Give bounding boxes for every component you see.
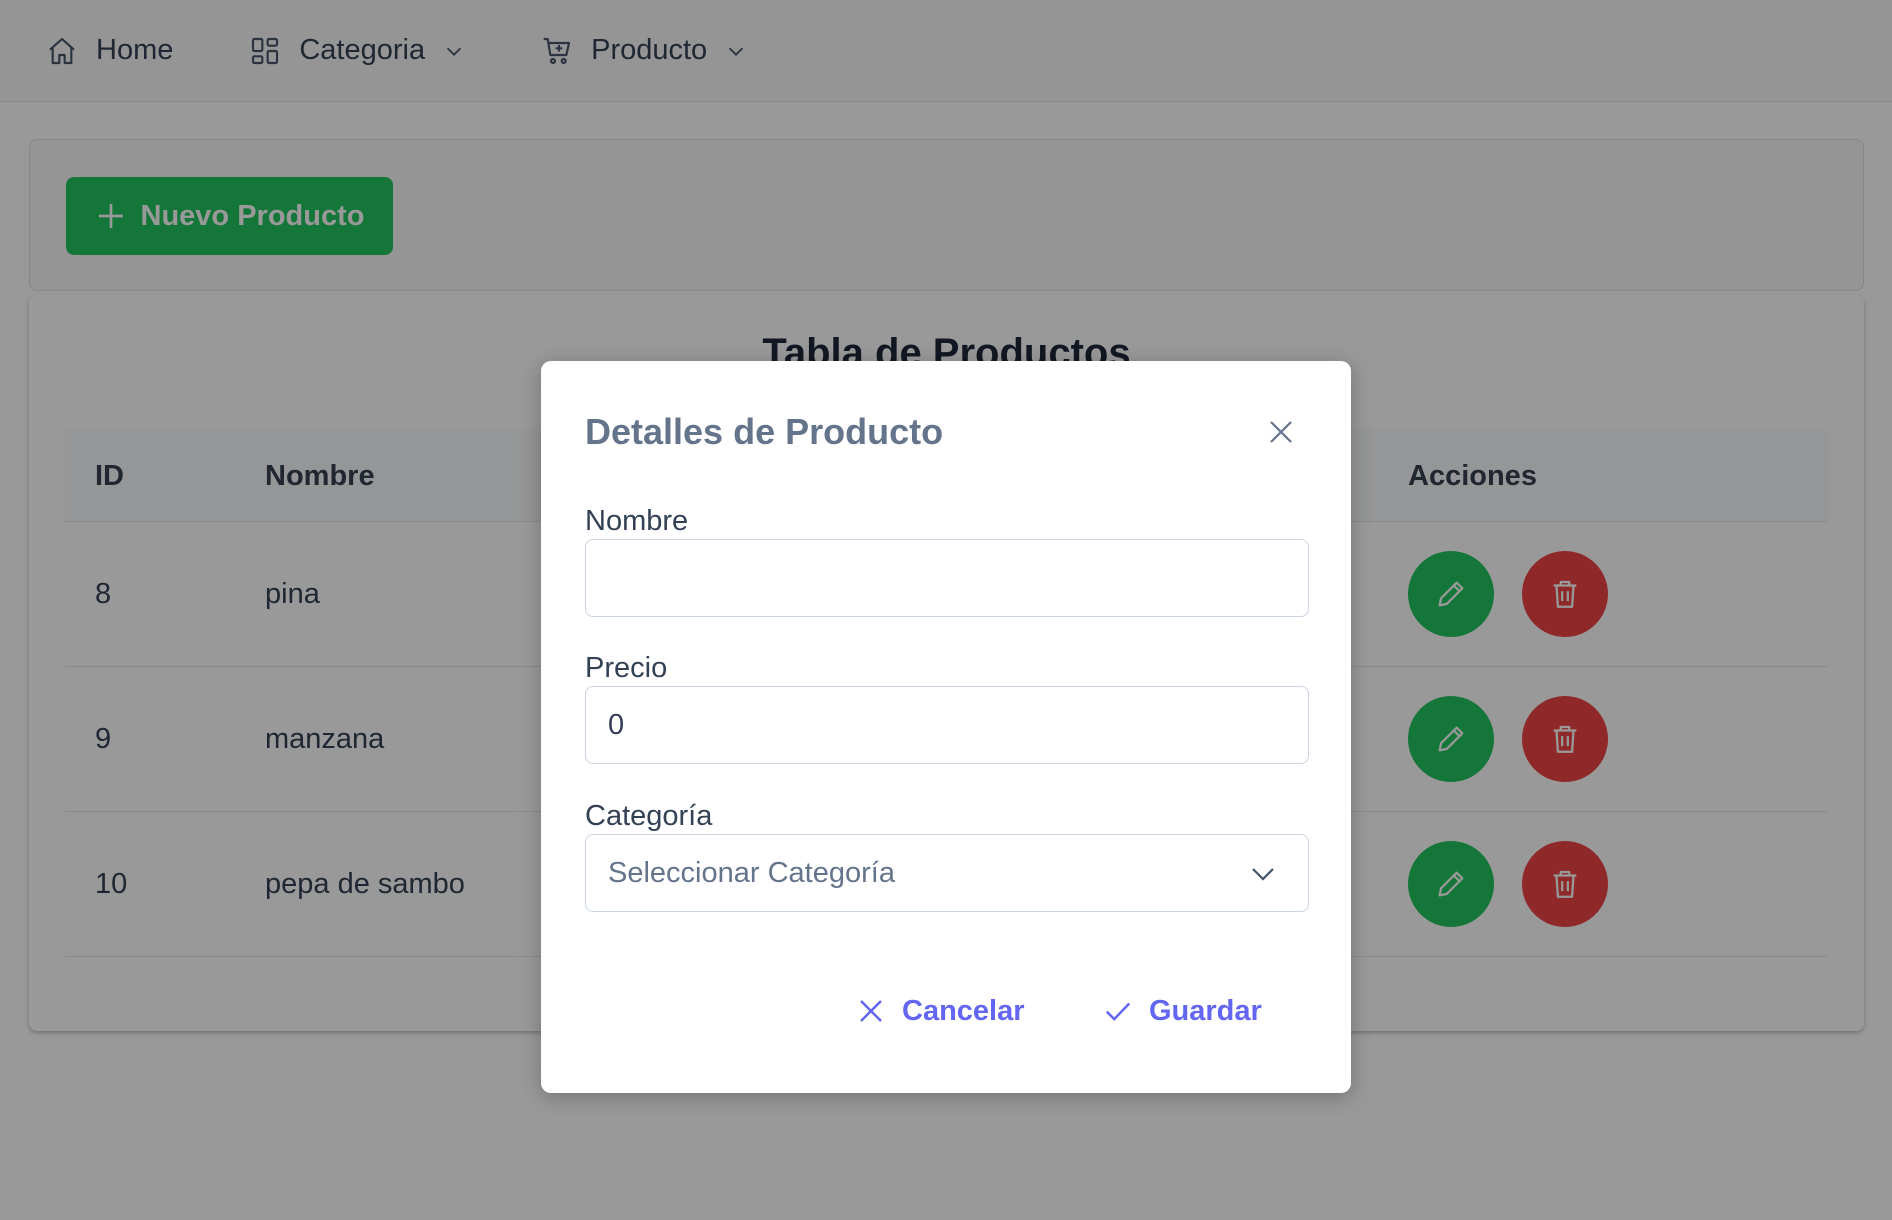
chevron-down-icon bbox=[1252, 868, 1274, 881]
close-icon bbox=[1270, 421, 1292, 443]
name-input[interactable] bbox=[585, 539, 1309, 617]
dialog-title: Detalles de Producto bbox=[585, 411, 944, 452]
check-icon bbox=[1105, 1002, 1131, 1021]
save-label: Guardar bbox=[1149, 994, 1262, 1027]
close-icon bbox=[860, 1000, 882, 1022]
save-button[interactable]: Guardar bbox=[1103, 981, 1262, 1041]
category-select-placeholder: Seleccionar Categoría bbox=[608, 856, 895, 889]
name-label: Nombre bbox=[585, 505, 689, 537]
cancel-label: Cancelar bbox=[902, 994, 1025, 1027]
price-label: Precio bbox=[585, 652, 668, 684]
price-input[interactable] bbox=[585, 686, 1309, 764]
product-details-dialog: Detalles de Producto Nombre Precio Categ… bbox=[541, 361, 1351, 1093]
cancel-button[interactable]: Cancelar bbox=[856, 981, 1025, 1041]
close-button[interactable] bbox=[1256, 407, 1306, 457]
category-label: Categoría bbox=[585, 800, 713, 832]
category-select[interactable]: Seleccionar Categoría bbox=[585, 834, 1309, 912]
